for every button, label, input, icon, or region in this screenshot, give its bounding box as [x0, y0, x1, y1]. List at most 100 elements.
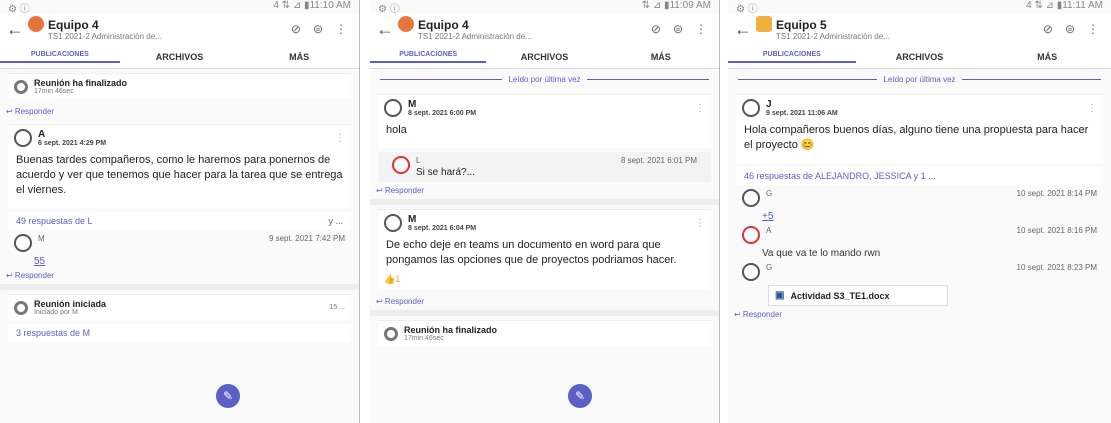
post: M8 sept. 2021 6:00 PM ⋮ hola	[378, 94, 711, 148]
info-icon[interactable]: ⊜	[1065, 22, 1075, 36]
app-bar: ← Equipo 4 TS1 2021-2 Administración de..…	[370, 13, 719, 45]
post-body-text: Hola compañeros buenos días, alguno tien…	[744, 124, 1089, 151]
replies-link[interactable]: 49 respuestas de Ly ...	[8, 212, 351, 230]
reaction-badge[interactable]: 👍1	[384, 274, 705, 285]
team-name: Equipo 5	[776, 17, 827, 32]
info-icon[interactable]: ⊜	[313, 22, 323, 36]
channel-tabs: PUBLICACIONES ARCHIVOS MÁS	[370, 45, 719, 69]
last-read-divider: Leído por última vez	[728, 69, 1111, 90]
tab-archivos[interactable]: ARCHIVOS	[856, 52, 984, 62]
system-message: Reunión iniciada Iniciado por M 15 ...	[8, 294, 351, 320]
channel-subtitle: TS1 2021-2 Administración de...	[776, 31, 890, 41]
tab-mas[interactable]: MÁS	[983, 52, 1111, 62]
post-date: 8 sept. 2021 6:00 PM	[408, 110, 477, 117]
tab-archivos[interactable]: ARCHIVOS	[486, 52, 602, 62]
compose-icon[interactable]: ✎	[216, 384, 240, 408]
tab-mas[interactable]: MÁS	[239, 52, 359, 62]
post: M8 sept. 2021 6:04 PM ⋮ De echo deje en t…	[378, 209, 711, 289]
tab-publicaciones[interactable]: PUBLICACIONES	[370, 50, 487, 63]
post-author: M	[408, 214, 417, 225]
system-sub: Iniciado por M	[34, 309, 78, 316]
post-author: A	[38, 129, 46, 140]
video-off-icon[interactable]: ⊘	[1043, 22, 1053, 36]
tab-publicaciones[interactable]: PUBLICACIONES	[0, 50, 120, 63]
reply-button[interactable]: ↩ Responder	[370, 182, 719, 199]
tab-publicaciones[interactable]: PUBLICACIONES	[728, 50, 856, 63]
separator	[370, 199, 719, 205]
more-vert-icon[interactable]: ⋮	[335, 22, 347, 36]
channel-subtitle: TS1 2021-2 Administración de...	[418, 31, 532, 41]
tab-archivos[interactable]: ARCHIVOS	[120, 52, 240, 62]
post-body: Buenas tardes compañeros, como le haremo…	[16, 154, 343, 196]
separator	[0, 284, 359, 290]
post: A6 sept. 2021 4:29 PM ⋮ Buenas tardes com…	[8, 124, 351, 208]
video-off-icon[interactable]: ⊘	[651, 22, 661, 36]
system-sub: 17min 46sec	[34, 88, 74, 95]
back-arrow-icon[interactable]: ←	[376, 19, 398, 40]
avatar	[742, 189, 760, 207]
reply-date: 9 sept. 2021 7:42 PM	[268, 234, 345, 243]
reply-text: Si se hará?...	[416, 167, 475, 178]
replies-link[interactable]: 3 respuestas de M	[8, 324, 351, 342]
reply-text: 55	[34, 256, 46, 267]
post-date: 6 sept. 2021 4:29 PM	[38, 140, 107, 147]
info-icon[interactable]: ⊜	[673, 22, 683, 36]
channel-subtitle: TS1 2021-2 Administración de...	[48, 31, 162, 41]
system-message: Reunión ha finalizado 17min 46sec	[378, 320, 711, 346]
reply-button[interactable]: ↩ Responder	[728, 306, 1111, 323]
team-avatar-icon	[398, 16, 414, 32]
more-vert-icon[interactable]: ⋮	[1087, 22, 1099, 36]
reply-item: G 10 sept. 2021 8:14 PM	[728, 185, 1111, 211]
tab-mas[interactable]: MÁS	[603, 52, 719, 62]
more-vert-icon[interactable]: ⋮	[695, 103, 705, 114]
status-bar: ⚙ ⓘ 4 ⇅ ⊿ ▮11:11 AM	[736, 0, 1103, 15]
more-vert-icon[interactable]: ⋮	[1087, 103, 1097, 114]
meeting-icon	[14, 300, 28, 315]
reply-button[interactable]: ↩ Responder	[370, 293, 719, 310]
reply-text: +5	[762, 211, 774, 222]
reply-author: G	[766, 189, 773, 198]
reply-author: M	[38, 234, 45, 243]
status-bar: ⚙ ⓘ ⇅ ⊿ ▮11:09 AM	[378, 0, 711, 15]
team-name: Equipo 4	[48, 17, 99, 32]
avatar	[392, 156, 410, 174]
channel-tabs: PUBLICACIONES ARCHIVOS MÁS	[728, 45, 1111, 69]
avatar	[384, 214, 402, 232]
reply-text: Va que va te lo mando rwn	[762, 248, 881, 259]
system-sub: 17min 46sec	[404, 335, 444, 342]
back-arrow-icon[interactable]: ←	[6, 19, 28, 40]
post-date: 8 sept. 2021 6:04 PM	[408, 225, 477, 232]
back-arrow-icon[interactable]: ←	[734, 19, 756, 40]
team-avatar-icon	[28, 16, 44, 32]
compose-icon[interactable]: ✎	[568, 384, 592, 408]
more-vert-icon[interactable]: ⋮	[335, 133, 345, 144]
system-title: Reunión ha finalizado	[404, 325, 498, 335]
post-date: 9 sept. 2021 11:06 AM	[766, 110, 838, 117]
separator	[370, 310, 719, 316]
more-vert-icon[interactable]: ⋮	[695, 218, 705, 229]
reply-date: 10 sept. 2021 8:23 PM	[1016, 263, 1098, 272]
avatar	[14, 129, 32, 147]
system-title: Reunión iniciada	[34, 299, 107, 309]
meeting-icon	[384, 326, 398, 341]
post-body: hola	[386, 124, 407, 136]
reply-date: 10 sept. 2021 8:14 PM	[1016, 189, 1098, 198]
avatar	[384, 99, 402, 117]
system-title: Reunión ha finalizado	[34, 78, 128, 88]
team-name: Equipo 4	[418, 17, 469, 32]
reply-button[interactable]: ↩ Responder	[0, 103, 359, 120]
reply-author: L	[416, 156, 421, 165]
post-body: Hola compañeros buenos días, alguno tien…	[742, 117, 1097, 159]
avatar	[14, 234, 32, 252]
avatar	[742, 226, 760, 244]
video-off-icon[interactable]: ⊘	[291, 22, 301, 36]
reply-button[interactable]: ↩ Responder	[0, 267, 359, 284]
avatar	[742, 263, 760, 281]
reply-item: G 10 sept. 2021 8:23 PM	[728, 259, 1111, 285]
reply-author: A	[766, 226, 772, 235]
file-attachment[interactable]: ▣ Actividad S3_TE1.docx	[768, 285, 948, 306]
post: J9 sept. 2021 11:06 AM ⋮ Hola compañeros …	[736, 94, 1103, 163]
avatar	[742, 99, 760, 117]
replies-link[interactable]: 46 respuestas de ALEJANDRO, JESSICA y 1 …	[736, 167, 1103, 185]
more-vert-icon[interactable]: ⋮	[695, 22, 707, 36]
